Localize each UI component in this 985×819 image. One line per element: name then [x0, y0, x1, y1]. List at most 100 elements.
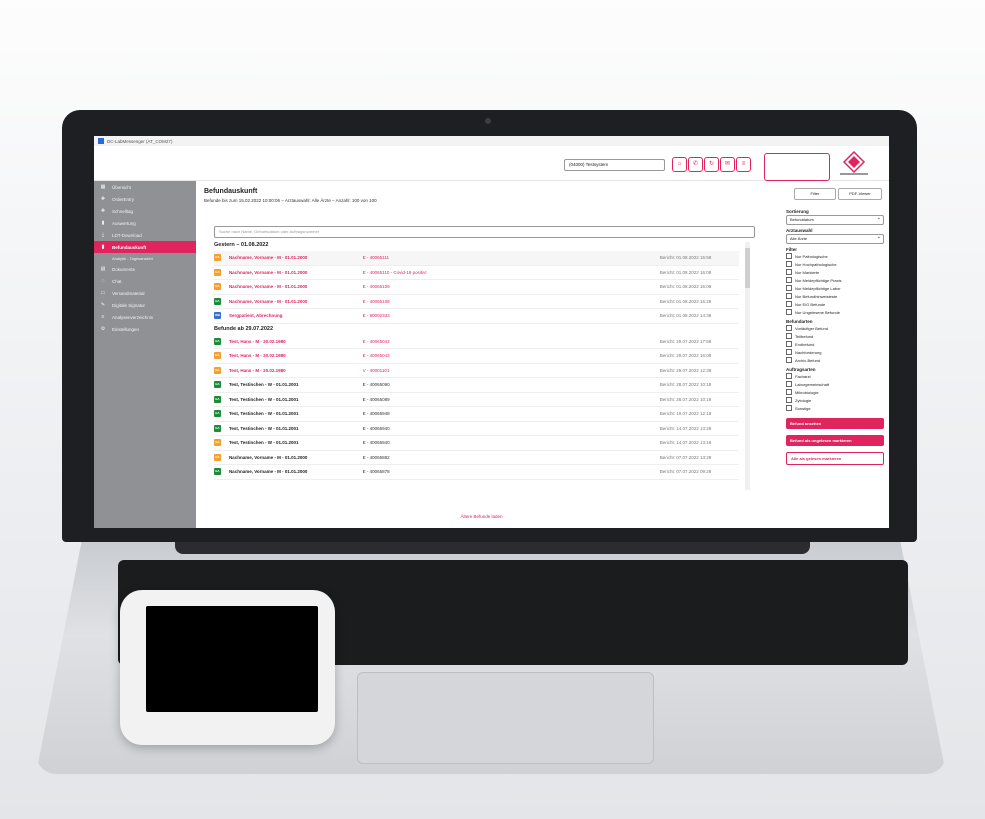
doctor-select[interactable]: Alle Ärzte — [786, 233, 884, 244]
checkbox-item[interactable]: Endbefund — [786, 340, 884, 348]
sidebar-item-orderentry[interactable]: ✚ OrderEntry — [94, 193, 196, 205]
home-icon[interactable]: ⌂ — [672, 157, 687, 172]
report-date: Bericht: 01.08.2022 16:08 — [659, 284, 712, 290]
checkbox[interactable] — [786, 389, 792, 395]
checkbox-label: Nur Meldepflichtige Praxis — [795, 277, 842, 283]
report-date: Bericht: 29.07.2022 17:58 — [659, 338, 712, 344]
result-row[interactable]: EA Test, Testinchen - W - 01.01.2001 E - 4… — [214, 407, 739, 422]
checkbox[interactable] — [786, 277, 792, 283]
sidebar-item-befundauskunft[interactable]: ▮ Befundauskunft — [94, 241, 196, 253]
checkbox-label: Nur EiG Befunde — [795, 301, 826, 307]
sidebar-item-auswertung[interactable]: ▮ Auswertung — [94, 217, 196, 229]
checkbox-item[interactable]: Laborgemeinschaft — [786, 380, 884, 388]
checkbox[interactable] — [786, 269, 792, 275]
sidebar-item-ldt-download[interactable]: ⤓ LDT-Download — [94, 229, 196, 241]
scrollbar-thumb[interactable] — [745, 248, 750, 288]
sidebar-subitem-analytik[interactable]: Analytik - Tagesansicht — [94, 253, 196, 263]
sidebar-item--bersicht[interactable]: ▦ Übersicht — [94, 181, 196, 193]
sidebar-item-chat[interactable]: ◌ Chat — [94, 275, 196, 287]
checkbox[interactable] — [786, 325, 792, 331]
report-date: Bericht: 14.07.2022 13:28 — [659, 425, 712, 431]
result-row[interactable]: EA Nachname, Vorname - M - 01.01.2000 E - … — [214, 451, 739, 465]
checkbox-label: Nur Hochpathologische — [795, 261, 837, 267]
checkbox-item[interactable]: Facharzt — [786, 372, 884, 380]
result-row[interactable]: EA Nachname, Vorname - M - 01.01.2000 E - … — [214, 295, 739, 309]
mail-icon[interactable]: ✉ — [720, 157, 735, 172]
result-row[interactable]: EA Test, Hans - M - 20.02.1980 E - 4006504… — [214, 335, 739, 349]
mark-unread-button[interactable]: Befund als ungelesen markieren — [786, 435, 884, 446]
mark-all-read-button[interactable]: Alle als gelesen markieren — [786, 452, 884, 465]
checkbox-label: Nur Pathologische — [795, 253, 828, 259]
checkbox-item[interactable]: Nur Hochpathologische — [786, 260, 884, 268]
sidebar-item-label: Übersicht — [112, 184, 132, 190]
result-row[interactable]: EA Test, Hans - M - 20.02.1980 E - 4006504… — [214, 349, 739, 364]
app-topbar: (04000) Testsystem ⌂ ✆ ↻ ✉ ≡ — [94, 146, 889, 181]
checkbox-item[interactable]: Nur EiG Befunde — [786, 300, 884, 308]
main-content: Befundauskunft Befunde bis zum 15.02.202… — [204, 184, 779, 524]
list-icon[interactable]: ≡ — [736, 157, 751, 172]
result-row[interactable]: EA Test, Testinchen - W - 01.01.2001 E - 4… — [214, 422, 739, 436]
result-row[interactable]: EA Nachname, Vorname - M - 01.01.2000 E - … — [214, 266, 739, 280]
result-row[interactable]: EA Test, Testinchen - W - 01.01.2001 E - 4… — [214, 436, 739, 451]
result-row[interactable]: EA Nachname, Vorname - M - 01.01.2000 E - … — [214, 280, 739, 295]
phone-icon[interactable]: ✆ — [688, 157, 703, 172]
checkbox[interactable] — [786, 285, 792, 291]
sort-label: Sortierung — [786, 209, 809, 214]
result-row[interactable]: EA Test, Testinchen - W - 01.01.2001 E - 4… — [214, 378, 739, 393]
sidebar-item-label: Auswertung — [112, 220, 136, 226]
sidebar-item-dokumente[interactable]: ▤ Dokumente — [94, 263, 196, 275]
patient-name: Sergpatient, Abrechnung — [228, 313, 283, 319]
result-row[interactable]: EA Nachname, Vorname - M - 01.01.2000 E - … — [214, 465, 739, 480]
checkbox[interactable] — [786, 333, 792, 339]
checkbox-item[interactable]: Vorläufiger Befund — [786, 324, 884, 332]
system-select[interactable]: (04000) Testsystem — [564, 159, 665, 171]
checkbox-item[interactable]: Teilbefund — [786, 332, 884, 340]
group-header: Gestern – 01.08.2022 — [214, 242, 269, 248]
search-input[interactable]: Suche nach Name, Geburtsdatum oder Auftr… — [214, 226, 755, 238]
sidebar-item-schnelltag[interactable]: ✚ Schnelltag — [94, 205, 196, 217]
sidebar-item-digitale-signatur[interactable]: ✎ Digitale Signatur — [94, 299, 196, 311]
result-row[interactable]: WB Sergpatient, Abrechnung E - 90002333 Ber… — [214, 309, 739, 324]
sidebar-item-label: Einstellungen — [112, 326, 140, 332]
checkbox[interactable] — [786, 309, 792, 315]
report-date: Bericht: 19.07.2022 12:18 — [659, 411, 712, 417]
checkbox[interactable] — [786, 381, 792, 387]
checkbox[interactable] — [786, 357, 792, 363]
checkbox[interactable] — [786, 301, 792, 307]
checkbox-item[interactable]: Sonstige — [786, 404, 884, 412]
show-report-button[interactable]: Befund ansehen — [786, 418, 884, 429]
checkbox[interactable] — [786, 405, 792, 411]
sort-select[interactable]: Befunddatum — [786, 214, 884, 225]
sidebar-item-analysenverzeichnis[interactable]: ≡ Analysenverzeichnis — [94, 311, 196, 323]
checkbox[interactable] — [786, 293, 792, 299]
checkbox-item[interactable]: Archiv-Befund — [786, 356, 884, 364]
result-row[interactable]: EA Nachname, Vorname - M - 01.01.2000 E - … — [214, 251, 739, 266]
filter-button[interactable]: Filter — [794, 188, 836, 200]
checkbox[interactable] — [786, 253, 792, 259]
checkbox[interactable] — [786, 341, 792, 347]
result-row[interactable]: EA Test, Testinchen - W - 01.01.2001 E - 4… — [214, 393, 739, 407]
doctor-label: Arztauswahl — [786, 228, 813, 233]
sidebar-item-einstellungen[interactable]: ⚙ Einstellungen — [94, 323, 196, 335]
pdf-viewer-button[interactable]: PDF-Viewer — [838, 188, 882, 200]
checkbox-item[interactable]: Nachforderung — [786, 348, 884, 356]
checkbox-item[interactable]: Nur Pathologische — [786, 252, 884, 260]
checkbox[interactable] — [786, 261, 792, 267]
checkbox-item[interactable]: Mikrobiologie — [786, 388, 884, 396]
checkbox[interactable] — [786, 373, 792, 379]
checkbox-item[interactable]: Nur Meldepflichtige Praxis — [786, 276, 884, 284]
scrollbar[interactable] — [745, 242, 750, 490]
result-row[interactable]: EA Test, Hans - M - 20.02.1980 V - 4000110… — [214, 364, 739, 378]
checkbox-item[interactable]: Nur Meldepflichtige Labor — [786, 284, 884, 292]
checkbox-item[interactable]: Nur Befundhinweisteste — [786, 292, 884, 300]
laptop-screen: DC-LabMessenger (AT_COM27) (04000) Tests… — [94, 136, 889, 528]
status-badge: EA — [214, 468, 221, 476]
checkbox-item[interactable]: Zytologie — [786, 396, 884, 404]
checkbox[interactable] — [786, 349, 792, 355]
refresh-icon[interactable]: ↻ — [704, 157, 719, 172]
checkbox-item[interactable]: Nur Markierte — [786, 268, 884, 276]
checkbox-item[interactable]: Nur Ungelesene Befunde — [786, 308, 884, 316]
checkbox[interactable] — [786, 397, 792, 403]
load-more-link[interactable]: Ältere Befunde laden — [214, 514, 749, 519]
sidebar-item-versandmaterial[interactable]: ▭ Versandmaterial — [94, 287, 196, 299]
